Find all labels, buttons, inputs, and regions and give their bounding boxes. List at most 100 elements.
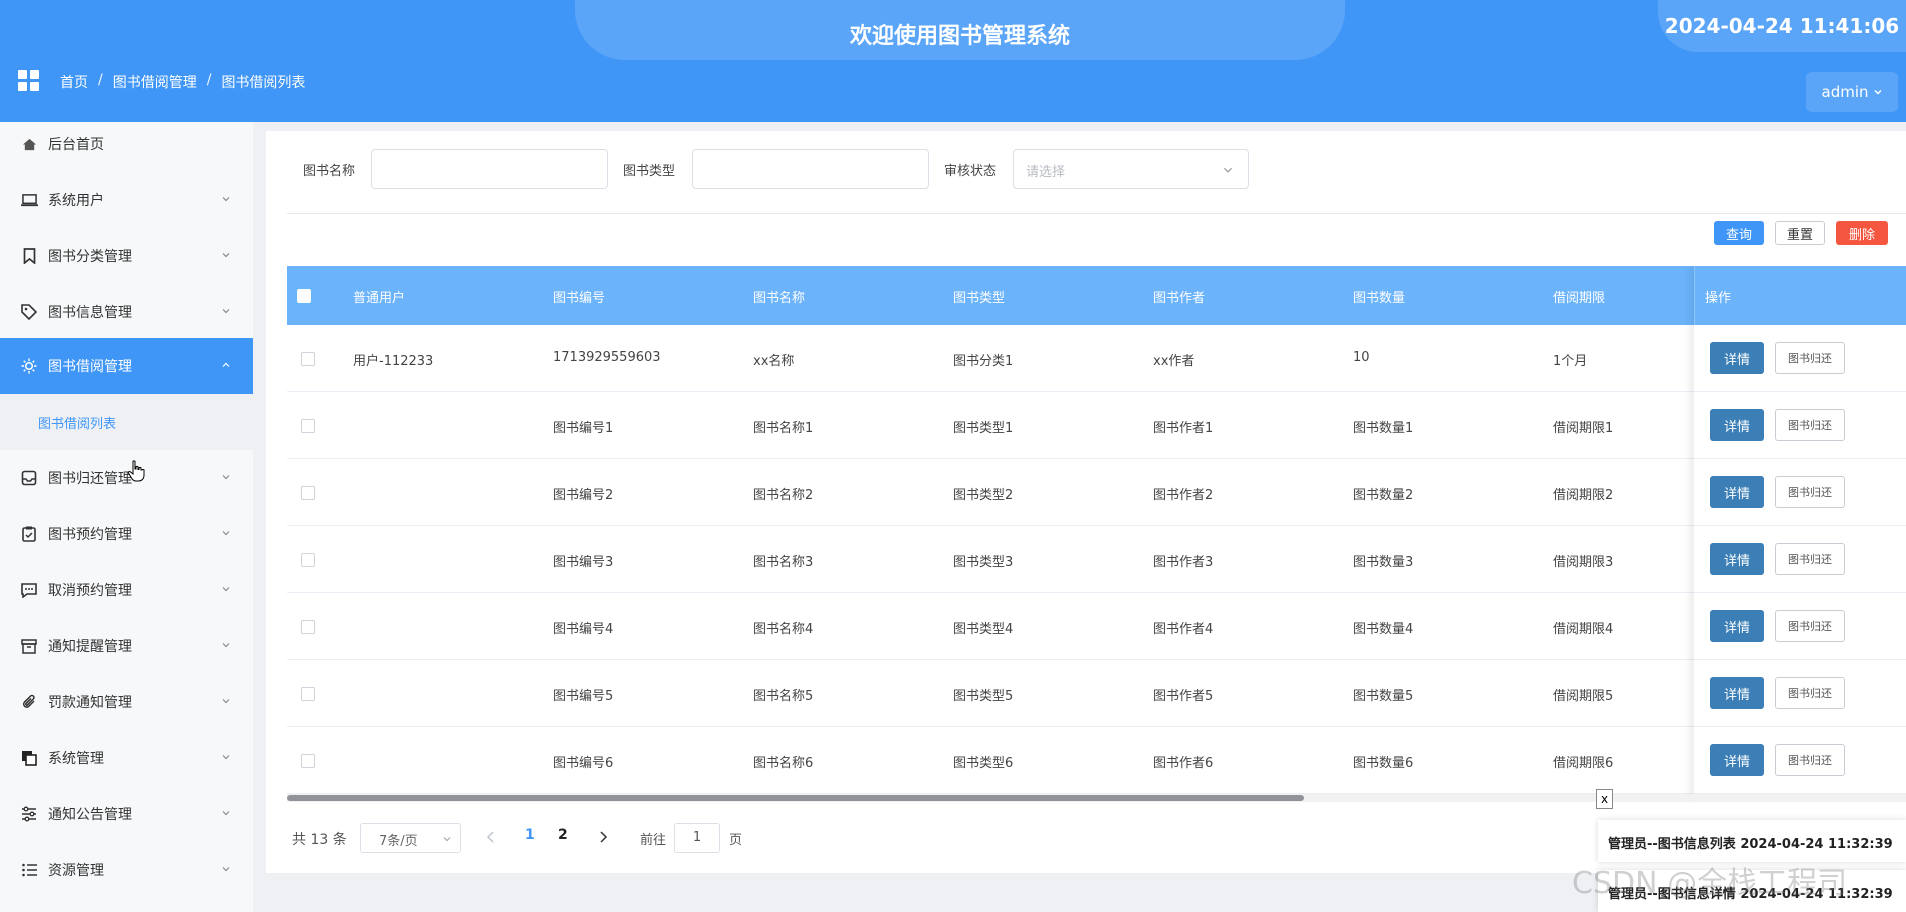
- column-header[interactable]: 图书名称: [753, 287, 805, 306]
- detail-button[interactable]: 详情: [1710, 610, 1764, 642]
- column-header[interactable]: 图书作者: [1153, 287, 1205, 306]
- table-cell: 图书数量3: [1353, 555, 1414, 570]
- row-checkbox[interactable]: [301, 486, 315, 500]
- table-row[interactable]: 图书编号2 图书名称2 图书类型2 图书作者2 图书数量2 借阅期限2: [287, 459, 1906, 526]
- detail-button[interactable]: 详情: [1710, 476, 1764, 508]
- table-cell: 用户-112233: [353, 354, 434, 369]
- return-book-button[interactable]: 图书归还: [1775, 610, 1845, 642]
- operations-column: 操作 详情 图书归还 详情 图书归还 详情 图书归还 详情 图书归还 详情 图书归还 详情 图书归还详…: [1694, 266, 1906, 803]
- table-row[interactable]: 图书编号6 图书名称6 图书类型6 图书作者6 图书数量6 借阅期限6: [287, 727, 1906, 794]
- sidebar-item-book-info[interactable]: 图书信息管理: [0, 284, 253, 340]
- sidebar-subitem-borrow-list[interactable]: 图书借阅列表: [0, 394, 253, 450]
- breadcrumb-borrow-management[interactable]: 图书借阅管理: [113, 72, 197, 92]
- column-header[interactable]: 图书类型: [953, 287, 1005, 306]
- table-row[interactable]: 图书编号4 图书名称4 图书类型4 图书作者4 图书数量4 借阅期限4: [287, 593, 1906, 660]
- table-cell: 图书类型1: [953, 421, 1014, 436]
- detail-button[interactable]: 详情: [1710, 409, 1764, 441]
- sidebar-item-announcement[interactable]: 通知公告管理: [0, 786, 253, 842]
- goto-page-input[interactable]: 1: [674, 823, 720, 853]
- sidebar-item-notification-reminder[interactable]: 通知提醒管理: [0, 618, 253, 674]
- table-cell: 借阅期限3: [1553, 555, 1614, 570]
- column-header[interactable]: 图书数量: [1353, 287, 1405, 306]
- table-cell: 图书作者3: [1153, 555, 1214, 570]
- chevron-down-icon: [222, 587, 230, 592]
- page-size-select[interactable]: 7条/页: [360, 823, 461, 853]
- notification-toast[interactable]: 管理员--图书信息列表 2024-04-24 11:32:39: [1598, 820, 1906, 862]
- audit-status-select[interactable]: 请选择: [1013, 149, 1249, 189]
- return-book-button[interactable]: 图书归还: [1775, 476, 1845, 508]
- table-cell: 借阅期限5: [1553, 689, 1614, 704]
- user-menu-button[interactable]: admin: [1806, 72, 1898, 112]
- chevron-down-icon: [222, 699, 230, 704]
- sidebar-item-book-reservation[interactable]: 图书预约管理: [0, 506, 253, 562]
- chevron-down-icon: [222, 867, 230, 872]
- audit-status-placeholder: 请选择: [1026, 165, 1066, 180]
- sidebar-item-label: 后台首页: [48, 137, 104, 153]
- prev-page-icon[interactable]: [484, 827, 498, 847]
- return-book-button[interactable]: 图书归还: [1775, 409, 1845, 441]
- breadcrumb-borrow-list: 图书借阅列表: [221, 75, 306, 91]
- delete-button[interactable]: 删除: [1836, 221, 1888, 245]
- page-number-2[interactable]: 2: [558, 827, 568, 843]
- row-checkbox[interactable]: [301, 419, 315, 433]
- chevron-down-icon: [222, 643, 230, 648]
- table-cell: 图书数量2: [1353, 488, 1414, 503]
- row-checkbox[interactable]: [301, 754, 315, 768]
- sidebar-item-cancel-reservation[interactable]: 取消预约管理: [0, 562, 253, 618]
- book-name-input[interactable]: [371, 149, 608, 189]
- return-book-button[interactable]: 图书归还: [1775, 744, 1845, 776]
- row-checkbox[interactable]: [301, 553, 315, 567]
- chevron-down-icon: [222, 475, 230, 480]
- sidebar-item-system-users[interactable]: 系统用户: [0, 172, 253, 228]
- query-button[interactable]: 查询: [1714, 221, 1764, 245]
- row-checkbox[interactable]: [301, 620, 315, 634]
- column-header[interactable]: 借阅期限: [1553, 287, 1605, 306]
- select-all-checkbox[interactable]: [297, 289, 311, 303]
- table-row[interactable]: 图书编号3 图书名称3 图书类型3 图书作者3 图书数量3 借阅期限3: [287, 526, 1906, 593]
- sidebar-item-resource[interactable]: 资源管理: [0, 842, 253, 898]
- horizontal-scrollbar-thumb[interactable]: [287, 795, 1304, 801]
- table-cell: 图书作者1: [1153, 421, 1214, 436]
- sidebar-item-book-borrow[interactable]: 图书借阅管理: [0, 338, 253, 394]
- table-row[interactable]: 图书编号1 图书名称1 图书类型1 图书作者1 图书数量1 借阅期限1: [287, 392, 1906, 459]
- menu-grid-icon[interactable]: [18, 70, 40, 92]
- detail-button[interactable]: 详情: [1710, 543, 1764, 575]
- hand-cursor-icon: [127, 460, 145, 482]
- notification-close-button[interactable]: x: [1596, 789, 1613, 809]
- return-book-button[interactable]: 图书归还: [1775, 342, 1845, 374]
- sidebar-item-dashboard[interactable]: 后台首页: [0, 122, 253, 172]
- detail-button[interactable]: 详情: [1710, 744, 1764, 776]
- table-row[interactable]: 图书编号5 图书名称5 图书类型5 图书作者5 图书数量5 借阅期限5: [287, 660, 1906, 727]
- chevron-down-icon: [222, 197, 230, 202]
- breadcrumb: 首页 / 图书借阅管理 / 图书借阅列表: [60, 72, 306, 92]
- page-title: 欢迎使用图书管理系统: [849, 24, 1070, 49]
- table-cell: 借阅期限4: [1553, 622, 1614, 637]
- book-type-input[interactable]: [692, 149, 929, 189]
- page-number-1[interactable]: 1: [525, 827, 535, 843]
- sidebar-item-label: 图书分类管理: [48, 249, 132, 265]
- row-checkbox[interactable]: [301, 687, 315, 701]
- top-header: 欢迎使用图书管理系统 2024-04-24 11:41:06 首页 / 图书借阅…: [0, 0, 1906, 122]
- row-checkbox[interactable]: [301, 352, 315, 366]
- return-book-button[interactable]: 图书归还: [1775, 677, 1845, 709]
- column-header[interactable]: 普通用户: [353, 287, 405, 306]
- next-page-icon[interactable]: [596, 827, 610, 847]
- sidebar-item-fine-notice[interactable]: 罚款通知管理: [0, 674, 253, 730]
- table-cell: 图书名称2: [753, 488, 814, 503]
- table-cell: 图书编号2: [553, 488, 614, 503]
- breadcrumb-home[interactable]: 首页: [60, 72, 88, 92]
- column-header-operations: 操作: [1694, 266, 1906, 325]
- sidebar-item-system-management[interactable]: 系统管理: [0, 730, 253, 786]
- column-header[interactable]: 图书编号: [553, 287, 605, 306]
- detail-button[interactable]: 详情: [1710, 342, 1764, 374]
- sidebar-item-label: 系统管理: [48, 751, 104, 767]
- sidebar-item-book-category[interactable]: 图书分类管理: [0, 228, 253, 284]
- table-cell: 1个月: [1553, 354, 1588, 369]
- audit-status-label: 审核状态: [944, 164, 997, 179]
- detail-button[interactable]: 详情: [1710, 677, 1764, 709]
- list-icon: [20, 861, 38, 879]
- reset-button[interactable]: 重置: [1775, 221, 1825, 245]
- sidebar: 后台首页 系统用户 图书分类管理 图书信息管理 图书借阅管理 图书借阅列表 图书…: [0, 122, 253, 912]
- return-book-button[interactable]: 图书归还: [1775, 543, 1845, 575]
- table-row[interactable]: 用户-112233 1713929559603 xx名称 图书分类1 xx作者 10 1个月: [287, 325, 1906, 392]
